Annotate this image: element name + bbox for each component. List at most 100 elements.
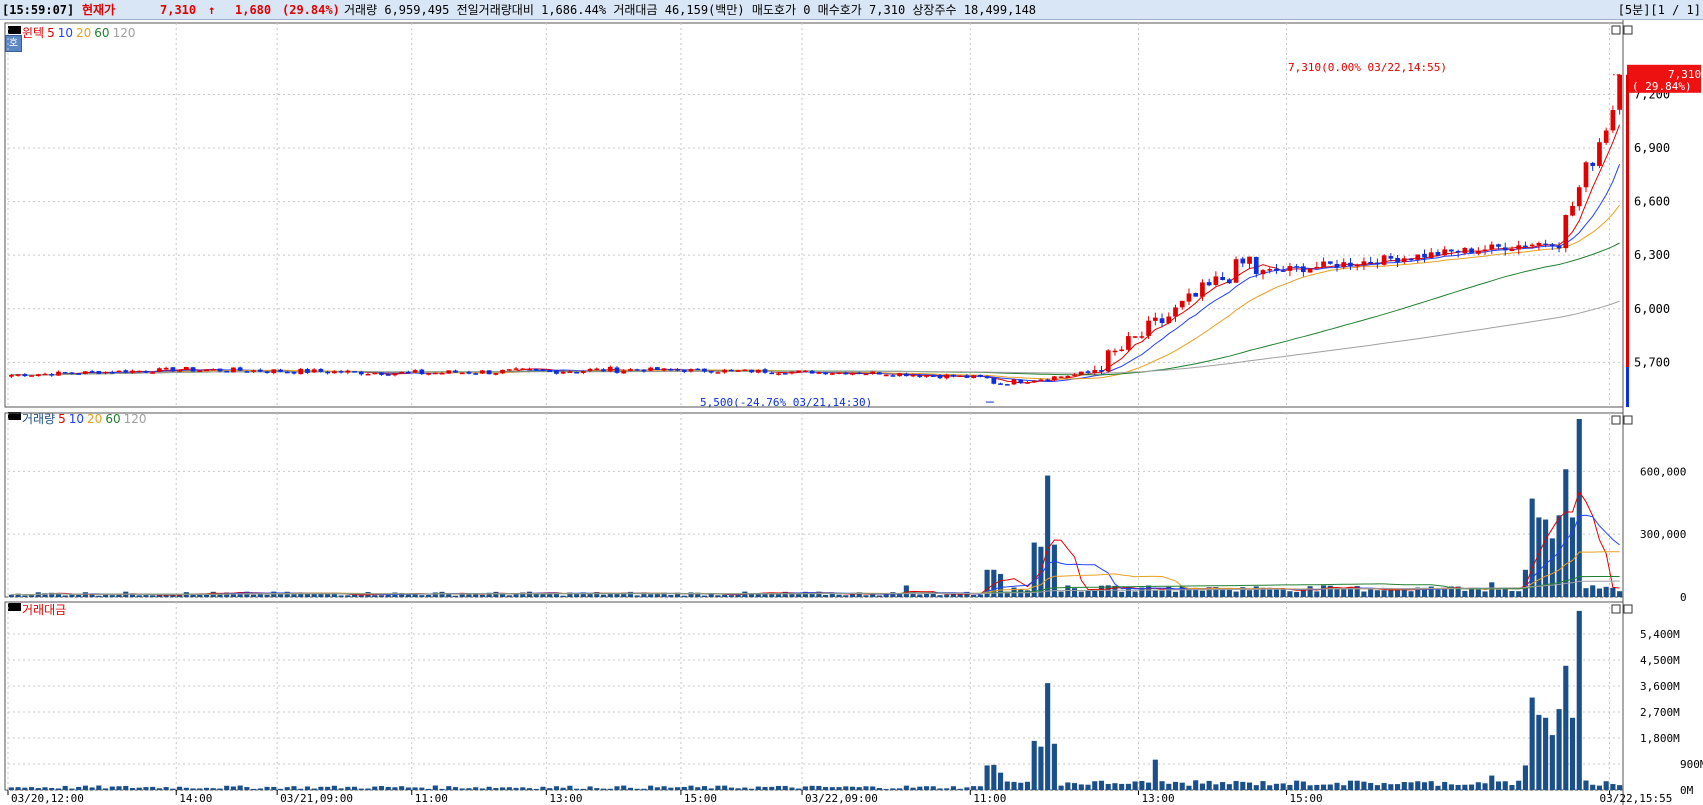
ma-line-10 — [11, 164, 1621, 383]
x-tick-label: 03/22,09:00 — [805, 792, 878, 805]
volume-tick-label: 600,000 — [1640, 465, 1686, 478]
x-tick-label: 11:00 — [415, 792, 448, 805]
candle — [22, 374, 28, 377]
candle — [76, 373, 82, 375]
volume-bar — [1092, 590, 1098, 597]
volume-bar — [426, 594, 432, 597]
candle — [251, 370, 256, 372]
volume-bar — [1280, 589, 1286, 597]
volume-bar — [1267, 589, 1273, 597]
current-price-label: 현재가 — [82, 3, 116, 17]
candle — [426, 373, 431, 375]
candle — [957, 375, 963, 378]
amount-bar — [796, 788, 802, 790]
candle — [446, 370, 452, 374]
amount-bar — [177, 786, 183, 790]
panel-maximize-icon[interactable] — [1611, 415, 1621, 425]
amount-bar — [782, 785, 788, 790]
amount-bar — [1495, 781, 1502, 790]
candle — [1462, 247, 1468, 254]
amount-bar — [1253, 785, 1259, 790]
candle — [729, 369, 734, 372]
amount-bar — [1347, 780, 1354, 790]
candle — [910, 374, 916, 377]
amount-bar — [829, 787, 835, 790]
candle — [1469, 248, 1474, 254]
volume-bar — [150, 595, 156, 597]
amount-bar — [1031, 740, 1037, 790]
amount-bar — [486, 786, 492, 790]
volume-bar — [1482, 591, 1488, 597]
period-selector[interactable]: [5분][1 / 1] — [1618, 2, 1701, 18]
amount-bar — [856, 787, 862, 790]
candle — [601, 369, 606, 372]
candle — [675, 369, 680, 371]
amount-bar — [1004, 781, 1010, 790]
candle — [917, 375, 923, 377]
amount-bar — [1038, 746, 1044, 790]
candle — [715, 372, 721, 374]
amount-bar — [648, 785, 654, 790]
amount-bar — [580, 788, 586, 790]
volume-bar — [1051, 544, 1057, 597]
candle — [231, 367, 236, 373]
candle — [924, 375, 929, 377]
panel-close-icon[interactable] — [1623, 415, 1633, 425]
panel-maximize-icon[interactable] — [1611, 25, 1621, 35]
x-tick-label: 14:00 — [179, 792, 212, 805]
amount-bar — [1260, 781, 1266, 790]
amount-bar — [1193, 780, 1199, 790]
candle — [264, 371, 270, 374]
amount-bar — [264, 786, 270, 790]
amount-bar — [325, 786, 331, 790]
amount-bar — [997, 772, 1004, 790]
candle — [971, 375, 976, 379]
candle — [190, 367, 196, 372]
candle — [547, 370, 553, 372]
amount-bar — [452, 787, 459, 790]
amount-bar — [1307, 785, 1313, 790]
amount-bar — [923, 786, 930, 790]
volume-bar — [1489, 582, 1495, 597]
volume-bar — [1442, 588, 1448, 597]
candle — [1415, 254, 1421, 260]
candle — [998, 383, 1003, 385]
volume-bar — [345, 595, 351, 597]
volume-bar — [957, 594, 963, 597]
amount-bar — [1119, 783, 1125, 790]
candle — [1274, 268, 1279, 271]
panel-close-icon[interactable] — [1623, 604, 1633, 614]
amount-tick-label: 0M — [1680, 784, 1694, 797]
amount-bar — [479, 788, 485, 790]
amount-bar — [1018, 782, 1024, 790]
candle — [109, 372, 115, 374]
amount-bar — [1065, 782, 1071, 790]
amount-bar — [493, 788, 499, 790]
amount-bar — [446, 786, 452, 790]
volume-bar — [1132, 591, 1138, 597]
candle — [1368, 261, 1374, 264]
candle — [103, 371, 108, 374]
volume-bar — [1307, 586, 1313, 597]
candle — [9, 374, 14, 377]
candle — [372, 372, 378, 375]
amount-bar — [1146, 782, 1152, 790]
amount-bar — [910, 787, 916, 790]
amount-bar — [1576, 610, 1582, 790]
candle — [432, 372, 438, 375]
amount-bar — [439, 788, 445, 790]
volume-bar — [971, 594, 977, 597]
volume-tick-label: 300,000 — [1640, 528, 1686, 541]
panel-close-icon[interactable] — [1623, 25, 1633, 35]
volume-bar — [338, 595, 344, 597]
amount-bar — [917, 786, 923, 790]
candle — [1422, 253, 1427, 258]
candle — [870, 371, 876, 374]
panel-maximize-icon[interactable] — [1611, 604, 1621, 614]
amount-bar — [1159, 781, 1165, 790]
stock-chart[interactable]: 03/20,12:00 14:00 03/21,09:00 11:00 13:00 15:… — [0, 20, 1703, 805]
candle — [217, 368, 223, 372]
candle — [1314, 266, 1320, 269]
amount-tick-label: 3,600M — [1640, 680, 1680, 693]
candle — [1038, 379, 1044, 382]
